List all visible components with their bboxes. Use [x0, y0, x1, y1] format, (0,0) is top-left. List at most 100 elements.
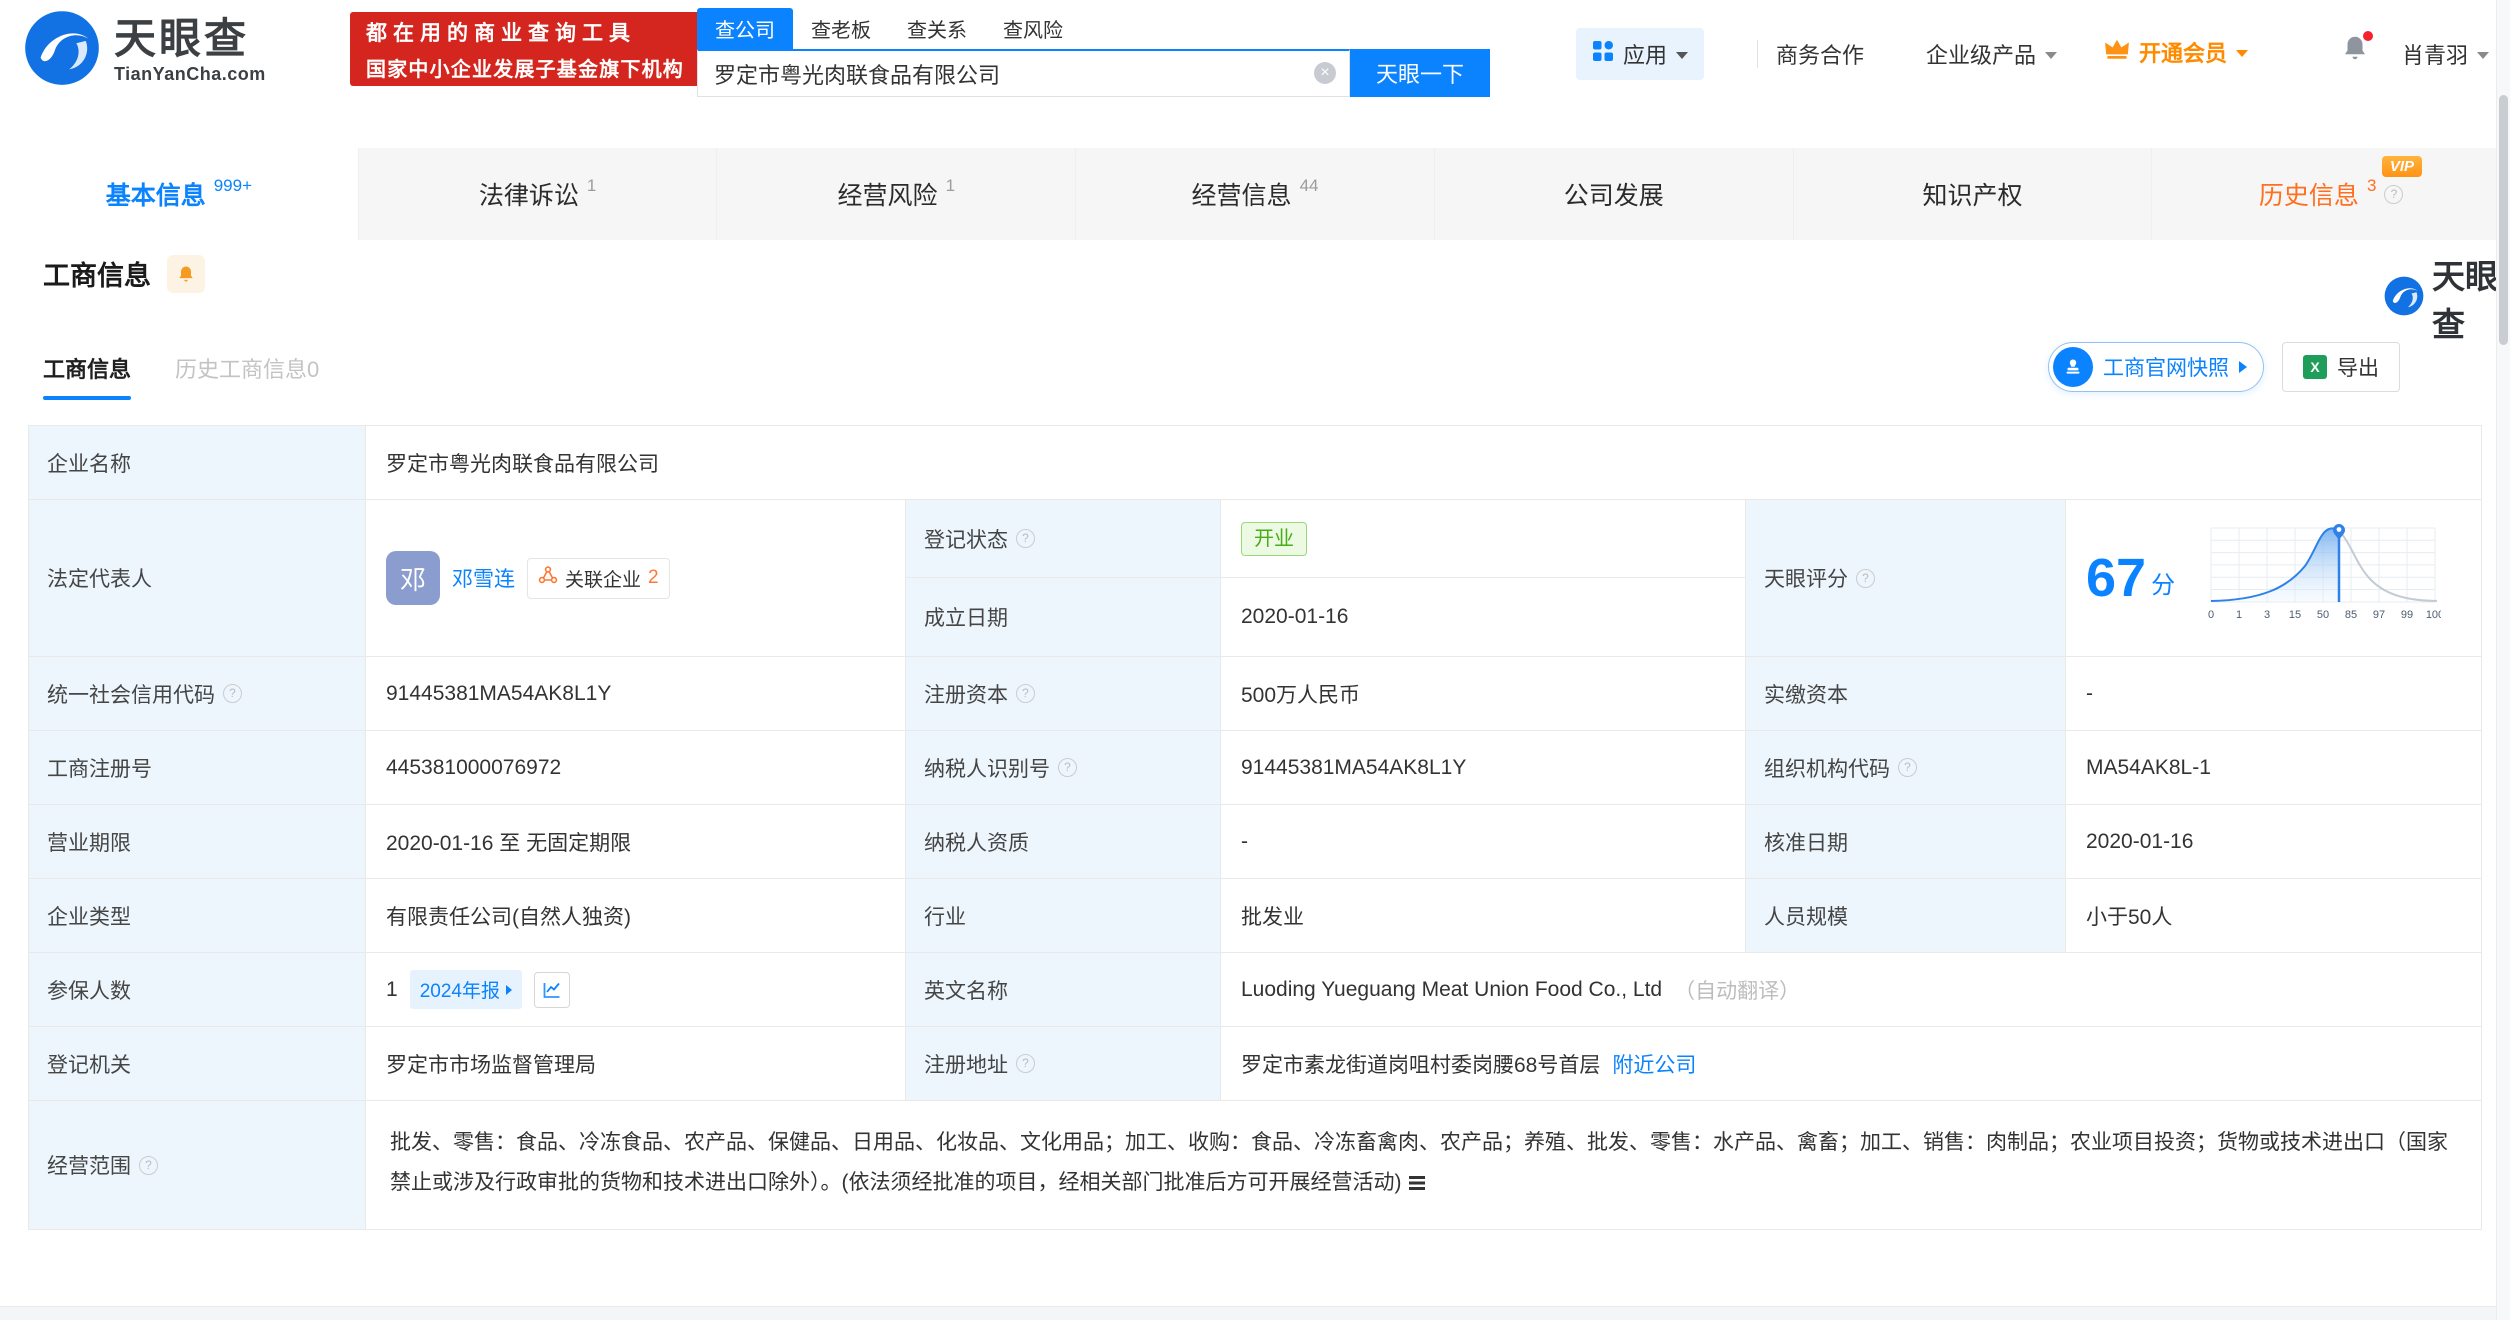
related-companies-label: 关联企业	[565, 569, 642, 591]
help-icon[interactable]	[1016, 1054, 1035, 1073]
english-name-value: Luoding Yueguang Meat Union Food Co., Lt…	[1241, 977, 1663, 1001]
reg-authority-value: 罗定市市场监督管理局	[366, 1027, 906, 1100]
annual-report-badge[interactable]: 2024年报	[409, 970, 522, 1009]
table-row: 企业类型 有限责任公司(自然人独资) 行业 批发业 人员规模 小于50人	[29, 879, 2481, 953]
help-icon[interactable]	[139, 1155, 158, 1175]
expand-more-icon[interactable]	[1409, 1176, 1426, 1190]
related-companies-button[interactable]: 关联企业 2	[527, 557, 670, 599]
business-term-value: 2020-01-16 至 无固定期限	[366, 805, 906, 878]
search-tab-company[interactable]: 查公司	[697, 8, 793, 49]
help-icon[interactable]	[1016, 684, 1035, 703]
help-icon[interactable]	[223, 684, 242, 703]
label-text: 登记状态	[924, 528, 1008, 552]
search-tab-boss[interactable]: 查老板	[793, 8, 889, 49]
status-badge: 开业	[1241, 521, 1307, 556]
table-row: 企业名称 罗定市粤光肉联食品有限公司	[29, 426, 2481, 500]
table-row: 统一社会信用代码 91445381MA54AK8L1Y 注册资本 500万人民币…	[29, 657, 2481, 731]
subtab-history-business-info[interactable]: 历史工商信息0	[175, 352, 319, 400]
promo-banner: 都在用的商业查询工具 国家中小企业发展子基金旗下机构	[350, 12, 702, 86]
credit-code-label: 统一社会信用代码	[29, 657, 366, 730]
label-text: 统一社会信用代码	[47, 683, 215, 707]
clear-search-icon[interactable]	[1314, 62, 1336, 84]
company-type-value: 有限责任公司(自然人独资)	[366, 879, 906, 952]
staff-size-label: 人员规模	[1746, 879, 2066, 952]
tianyancha-page: 天眼查 TianYanCha.com 都在用的商业查询工具 国家中小企业发展子基…	[0, 0, 2510, 1320]
tab-basic-info[interactable]: 基本信息 999+	[0, 148, 359, 240]
help-icon[interactable]	[2384, 184, 2404, 204]
tab-label: 经营风险	[837, 182, 938, 210]
nearby-companies-link[interactable]: 附近公司	[1612, 1049, 1696, 1079]
legal-rep-name-link[interactable]: 邓雪连	[452, 563, 515, 593]
tianyancha-logo[interactable]: 天眼查 TianYanCha.com	[24, 10, 266, 91]
bell-icon	[179, 266, 193, 281]
brand-name: 天眼查	[114, 15, 250, 62]
tab-operating-info[interactable]: 经营信息 44	[1076, 148, 1435, 240]
svg-text:15: 15	[2289, 609, 2301, 621]
svg-text:97: 97	[2373, 609, 2385, 621]
taxpayer-quality-value: -	[1221, 805, 1746, 878]
annual-report-label: 2024年报	[419, 981, 500, 1002]
enterprise-product-menu[interactable]: 企业级产品	[1926, 38, 2058, 70]
app-grid-icon	[1592, 40, 1614, 68]
official-snapshot-button[interactable]: 工商官网快照	[2048, 342, 2264, 392]
user-menu[interactable]: 肖青羽	[2402, 38, 2490, 70]
help-icon[interactable]	[1058, 758, 1077, 777]
apps-menu[interactable]: 应用	[1576, 28, 1705, 80]
enterprise-product-label: 企业级产品	[1926, 43, 2037, 68]
help-icon[interactable]	[1016, 529, 1035, 548]
notification-dot	[2363, 31, 2373, 41]
scrollbar-thumb[interactable]	[2499, 95, 2508, 345]
svg-text:100: 100	[2426, 609, 2441, 621]
tab-legal-lawsuits[interactable]: 法律诉讼 1	[359, 148, 718, 240]
insured-trend-button[interactable]	[533, 971, 570, 1008]
vertical-scrollbar[interactable]	[2496, 0, 2510, 1320]
avatar[interactable]: 邓	[386, 551, 440, 605]
taxpayer-quality-label: 纳税人资质	[906, 805, 1221, 878]
subscribe-alert-button[interactable]	[167, 254, 205, 293]
excel-icon	[2303, 355, 2327, 379]
search-input[interactable]	[697, 49, 1350, 97]
tab-intellectual-property[interactable]: 知识产权	[1794, 148, 2153, 240]
company-type-label: 企业类型	[29, 879, 366, 952]
tab-label: 知识产权	[1922, 182, 2023, 210]
header-divider	[1757, 40, 1758, 68]
reg-capital-label: 注册资本	[906, 657, 1221, 730]
address-cell: 罗定市素龙街道岗咀村委岗腰68号首层 附近公司	[1221, 1027, 2481, 1100]
insured-count-cell: 1 2024年报	[366, 953, 906, 1026]
score-unit: 分	[2151, 572, 2176, 599]
network-icon	[538, 565, 558, 591]
legal-rep-cell: 邓 邓雪连 关联企业 2	[366, 500, 906, 656]
chevron-down-icon	[2045, 52, 2058, 59]
export-button[interactable]: 导出	[2282, 342, 2400, 392]
help-icon[interactable]	[1856, 568, 1875, 588]
table-row: 工商注册号 445381000076972 纳税人识别号 91445381MA5…	[29, 731, 2481, 805]
tab-history-info[interactable]: VIP 历史信息 3	[2152, 148, 2510, 240]
tab-operating-risk[interactable]: 经营风险 1	[717, 148, 1077, 240]
approval-date-label: 核准日期	[1746, 805, 2066, 878]
tab-company-development[interactable]: 公司发展	[1435, 148, 1794, 240]
help-icon[interactable]	[1898, 758, 1917, 777]
english-name-label: 英文名称	[906, 953, 1221, 1026]
address-value: 罗定市素龙街道岗咀村委岗腰68号首层	[1241, 1053, 1601, 1077]
business-info-table: 企业名称 罗定市粤光肉联食品有限公司 法定代表人 邓 邓雪连 关联企业 2 登记…	[28, 425, 2482, 1230]
company-nav-tabs: 基本信息 999+ 法律诉讼 1 经营风险 1 经营信息 44 公司发展 知识产…	[0, 148, 2510, 240]
search-tab-risk[interactable]: 查风险	[985, 8, 1081, 49]
section-title: 工商信息	[43, 261, 151, 291]
open-vip-menu[interactable]: 开通会员	[2104, 36, 2249, 68]
search-button[interactable]: 天眼一下	[1350, 49, 1490, 97]
label-text: 注册资本	[924, 683, 1008, 707]
biz-cooperation-link[interactable]: 商务合作	[1776, 38, 1864, 70]
chevron-down-icon	[2477, 52, 2490, 59]
establish-date-label: 成立日期	[906, 578, 1221, 656]
crown-icon	[2104, 38, 2130, 66]
legal-rep-label: 法定代表人	[29, 500, 366, 656]
related-companies-count: 2	[648, 567, 659, 588]
paid-capital-value: -	[2086, 681, 2093, 705]
tab-label: 法律诉讼	[478, 182, 579, 210]
svg-text:50: 50	[2317, 609, 2329, 621]
subtab-business-info[interactable]: 工商信息	[43, 352, 131, 400]
svg-text:99: 99	[2401, 609, 2413, 621]
search-tab-relation[interactable]: 查关系	[889, 8, 985, 49]
notifications-button[interactable]	[2340, 31, 2373, 69]
business-scope-label: 经营范围	[29, 1101, 366, 1229]
